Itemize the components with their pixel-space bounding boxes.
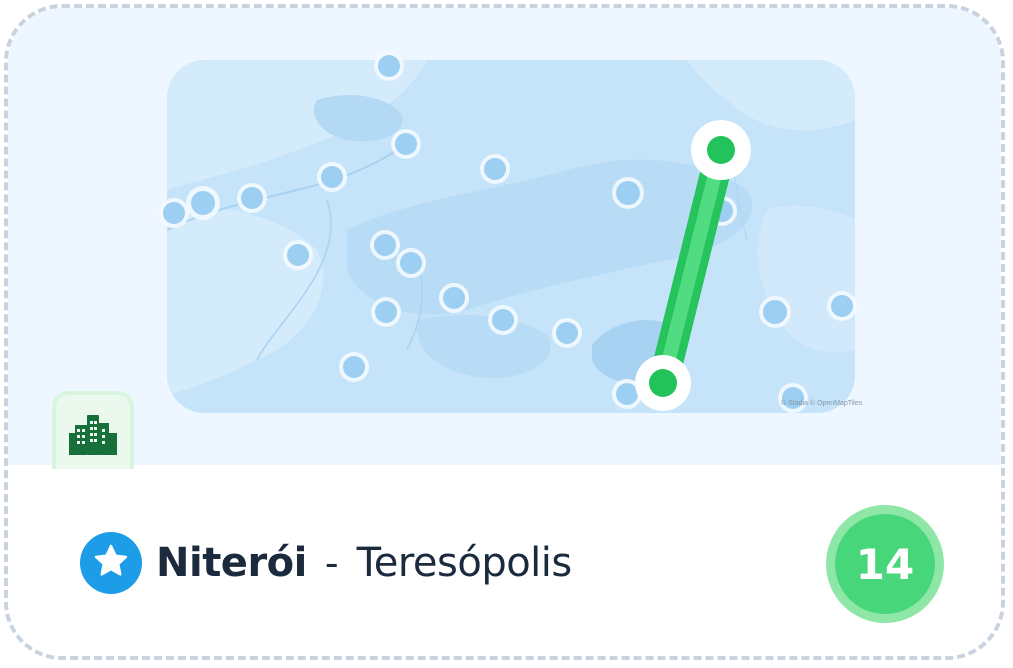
origin-city: Niterói [156,540,307,586]
count-value: 14 [835,514,935,614]
map-view[interactable] [167,60,855,413]
route-title: Niterói - Teresópolis [80,532,572,594]
category-badge [52,391,134,479]
route-separator: - [324,541,339,585]
map-attribution: © Stadia © OpenMapTiles [781,400,863,407]
count-badge: 14 [826,505,944,623]
destination-city: Teresópolis [356,540,573,586]
map-terrain [167,60,855,413]
favorite-badge[interactable] [80,532,142,594]
star-icon [92,542,130,584]
building-icon [69,415,117,459]
